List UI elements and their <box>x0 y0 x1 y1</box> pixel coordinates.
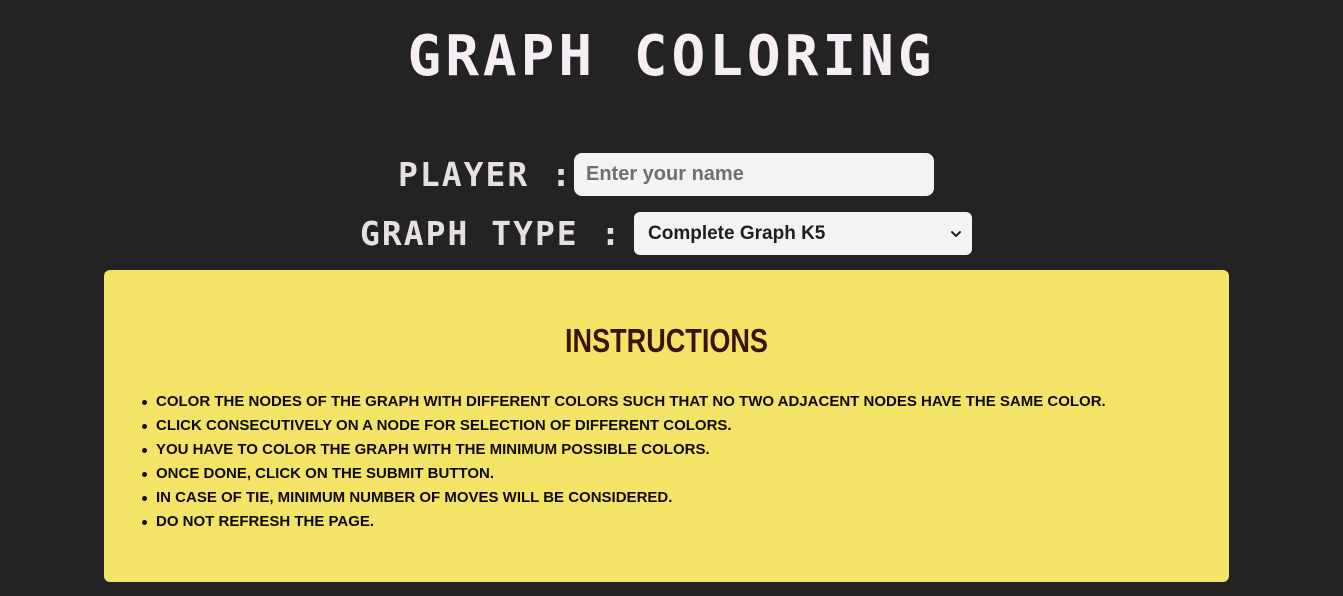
instructions-panel: Instructions Color the nodes of the grap… <box>104 270 1229 582</box>
instruction-item: Do not refresh the page. <box>142 510 1106 534</box>
instruction-text: In case of tie, minimum number of moves … <box>156 489 673 506</box>
instruction-item: You have to color the graph with the min… <box>142 438 1106 462</box>
bullet-icon <box>142 520 147 525</box>
instruction-item: Color the nodes of the graph with differ… <box>142 390 1106 414</box>
player-row: Player : <box>398 153 934 196</box>
instruction-text: Click consecutively on a node for select… <box>156 417 732 434</box>
player-name-input[interactable] <box>574 153 934 196</box>
bullet-icon <box>142 448 147 453</box>
instruction-text: Color the nodes of the graph with differ… <box>156 393 1106 410</box>
graph-type-select[interactable]: Complete Graph K5 <box>634 212 972 255</box>
instructions-list: Color the nodes of the graph with differ… <box>142 390 1106 534</box>
page-title: Graph Coloring <box>407 24 936 89</box>
bullet-icon <box>142 424 147 429</box>
player-label: Player : <box>398 155 573 194</box>
instruction-text: Once done, click on the submit button. <box>156 465 495 482</box>
graph-type-row: Graph Type : Complete Graph K5 <box>360 212 972 255</box>
graph-type-selected-value: Complete Graph K5 <box>648 222 826 244</box>
instruction-text: Do not refresh the page. <box>156 513 375 530</box>
instruction-item: Once done, click on the submit button. <box>142 462 1106 486</box>
instruction-item: Click consecutively on a node for select… <box>142 414 1106 438</box>
graph-type-label: Graph Type : <box>360 214 623 253</box>
bullet-icon <box>142 472 147 477</box>
instruction-item: In case of tie, minimum number of moves … <box>142 486 1106 510</box>
bullet-icon <box>142 400 147 405</box>
bullet-icon <box>142 496 147 501</box>
chevron-down-icon <box>951 230 961 237</box>
instruction-text: You have to color the graph with the min… <box>156 441 710 458</box>
instructions-title: Instructions <box>565 322 768 359</box>
